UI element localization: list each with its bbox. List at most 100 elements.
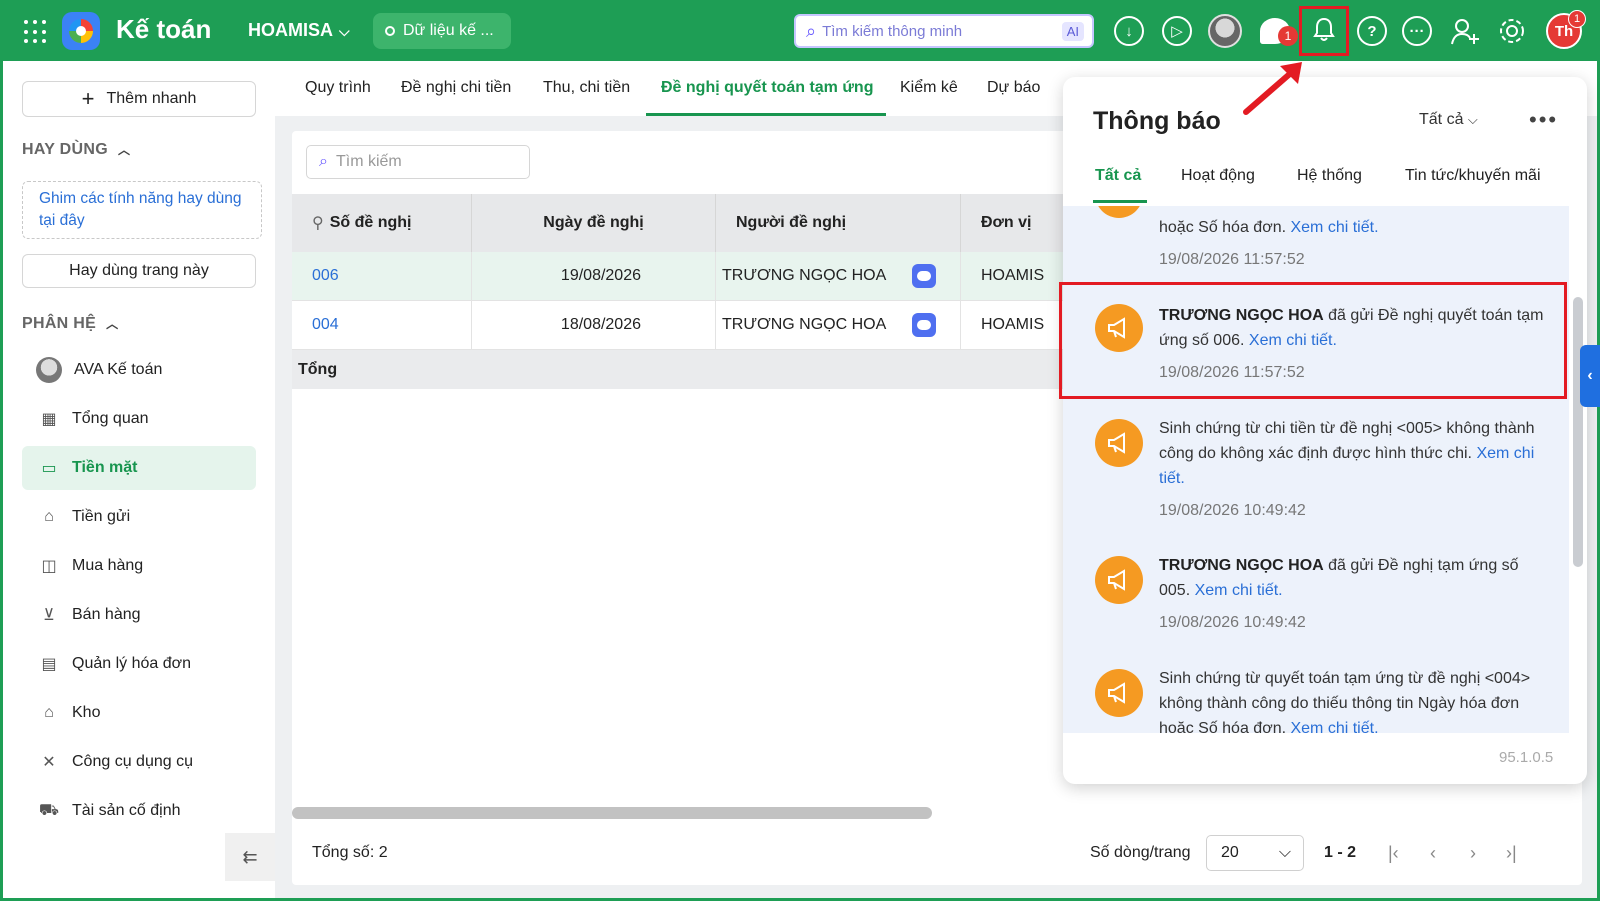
sidebar-item-label: Tổng quan (72, 410, 149, 427)
notification-tab-activity[interactable]: Hoạt động (1181, 167, 1255, 185)
modules-section-header[interactable]: PHÂN HỆ ︿ (22, 315, 118, 333)
more-icon[interactable]: ··· (1402, 16, 1432, 46)
sidebar-item-tools[interactable]: ✕ Công cụ dụng cụ (22, 740, 256, 784)
ava-assistant-avatar[interactable] (1208, 14, 1242, 48)
warehouse-icon: ⌂ (44, 704, 54, 721)
sidebar-item-ava[interactable]: AVA Kế toán (22, 348, 256, 392)
chevron-up-icon: ︿ (106, 317, 119, 331)
favorites-section-header[interactable]: HAY DÙNG ︿ (22, 141, 130, 159)
invoice-icon: ▤ (41, 656, 57, 673)
favorites-title: HAY DÙNG (22, 141, 108, 158)
favorite-page-button[interactable]: Hay dùng trang này (22, 254, 256, 288)
status-dot-icon (385, 26, 395, 36)
tab-forecast[interactable]: Dự báo (987, 79, 1040, 97)
tab-payment-request[interactable]: Đề nghị chi tiền (401, 79, 511, 97)
user-badge: 1 (1568, 10, 1586, 28)
ava-avatar (36, 357, 62, 383)
column-header-requester[interactable]: Người đề nghị (716, 194, 961, 252)
last-page-icon[interactable]: ›| (1506, 843, 1517, 864)
sidebar-item-invoice[interactable]: ▤ Quản lý hóa đơn (22, 642, 256, 686)
sidebar-item-assets[interactable]: ⛟ Tài sản cố định (22, 789, 256, 833)
search-input[interactable]: ⌕ Tìm kiếm (306, 145, 530, 179)
sidebar-item-label: Tiền mặt (72, 459, 138, 476)
notification-tab-system[interactable]: Hệ thống (1297, 167, 1362, 185)
request-number-link[interactable]: 006 (312, 267, 339, 285)
top-bar: Kế toán HOAMISA ⌵ Dữ liệu kế ... ⌕ Tìm ki… (0, 0, 1600, 61)
prev-page-icon[interactable]: ‹ (1430, 843, 1436, 864)
bag-icon: ◫ (41, 558, 57, 575)
quick-add-button[interactable]: + Thêm nhanh (22, 81, 256, 117)
company-name: HOAMISA (248, 20, 333, 40)
view-details-link[interactable]: Xem chi tiết. (1195, 582, 1283, 599)
chevron-down-icon: ⌵ (1278, 844, 1291, 861)
sidebar-item-warehouse[interactable]: ⌂ Kho (22, 691, 256, 735)
rows-per-page-select[interactable]: 20 ⌵ (1206, 835, 1304, 871)
app-grid-icon[interactable] (24, 20, 48, 44)
add-user-icon[interactable] (1450, 16, 1480, 46)
side-panel-toggle-icon[interactable]: ‹ (1580, 345, 1600, 407)
sidebar-item-label: Công cụ dụng cụ (72, 753, 193, 770)
pagination-bar: Tổng số: 2 Số dòng/trang 20 ⌵ 1 - 2 |‹ ‹ … (292, 821, 1582, 885)
download-icon[interactable]: ↓ (1114, 16, 1144, 46)
next-page-icon[interactable]: › (1470, 843, 1476, 864)
chevron-up-icon: ︿ (117, 143, 131, 157)
dashboard-icon: ▦ (41, 411, 57, 428)
notification-time: 19/08/2026 10:49:42 (1159, 614, 1306, 631)
more-options-icon[interactable]: ••• (1529, 107, 1558, 133)
plus-icon: + (81, 86, 95, 111)
quick-add-label: Thêm nhanh (106, 90, 197, 107)
sidebar-item-sales[interactable]: ⊻ Bán hàng (22, 593, 256, 637)
sender-name: TRƯƠNG NGỌC HOA (1159, 557, 1324, 574)
sidebar-item-purchase[interactable]: ◫ Mua hàng (22, 544, 256, 588)
message-icon[interactable] (912, 313, 936, 337)
play-icon[interactable]: ▷ (1162, 16, 1192, 46)
notification-panel: Thông báo Tất cả ⌵ ••• Tất cả Hoạt động … (1063, 77, 1587, 784)
tools-icon: ✕ (42, 754, 56, 771)
notification-scrollbar[interactable] (1573, 297, 1583, 567)
page-range: 1 - 2 (1324, 844, 1357, 861)
gear-icon[interactable] (1497, 16, 1527, 46)
requester-name: TRƯƠNG NGỌC HOA (722, 316, 887, 333)
tab-receipts-payments[interactable]: Thu, chi tiền (543, 79, 630, 97)
column-header-number[interactable]: ⚲ Số đề nghị (292, 194, 472, 252)
collapse-sidebar-icon[interactable]: ⇇ (225, 833, 275, 881)
bell-icon[interactable] (1312, 17, 1336, 43)
notification-tab-news[interactable]: Tin tức/khuyến mãi (1405, 167, 1541, 185)
megaphone-icon (1095, 206, 1143, 218)
megaphone-icon (1095, 669, 1143, 717)
notification-tab-all[interactable]: Tất cả (1095, 167, 1141, 185)
search-placeholder: Tìm kiếm (335, 153, 402, 170)
view-details-link[interactable]: Xem chi tiết. (1290, 219, 1378, 236)
view-details-link[interactable]: Xem chi tiết. (1290, 720, 1378, 733)
help-icon[interactable]: ? (1357, 16, 1387, 46)
request-date: 18/08/2026 (472, 301, 716, 349)
pin-icon: ⚲ (312, 215, 324, 232)
sidebar-item-overview[interactable]: ▦ Tổng quan (22, 397, 256, 441)
megaphone-icon (1095, 556, 1143, 604)
first-page-icon[interactable]: |‹ (1388, 843, 1399, 864)
sidebar-item-label: Bán hàng (72, 606, 141, 623)
bank-icon: ⌂ (44, 508, 54, 525)
message-icon[interactable] (912, 264, 936, 288)
module-menu: AVA Kế toán ▦ Tổng quan ▭ Tiền mặt ⌂ Tiền g… (22, 348, 256, 838)
horizontal-scrollbar[interactable] (292, 807, 932, 819)
smart-search-input[interactable]: ⌕ Tìm kiếm thông minh AI (794, 14, 1094, 48)
database-label: Dữ liệu kế ... (403, 22, 494, 39)
sidebar-item-label: Quản lý hóa đơn (72, 655, 192, 672)
sidebar-item-cash[interactable]: ▭ Tiền mặt (22, 446, 256, 490)
sidebar-item-deposit[interactable]: ⌂ Tiền gửi (22, 495, 256, 539)
app-version: 95.1.0.5 (1499, 749, 1554, 766)
app-title: Kế toán (116, 14, 212, 44)
tab-inventory-check[interactable]: Kiểm kê (900, 79, 958, 97)
active-tab-underline (646, 113, 886, 116)
tab-process[interactable]: Quy trình (305, 79, 371, 97)
database-selector[interactable]: Dữ liệu kế ... (373, 13, 511, 49)
company-selector[interactable]: HOAMISA ⌵ (248, 20, 350, 41)
smart-search-placeholder: Tìm kiếm thông minh (822, 22, 963, 40)
request-number-link[interactable]: 004 (312, 316, 339, 334)
sidebar-item-label: Kho (72, 704, 101, 721)
app-logo (62, 12, 100, 50)
column-header-date[interactable]: Ngày đề nghị (472, 194, 716, 252)
tab-advance-settlement[interactable]: Đề nghị quyết toán tạm ứng (661, 79, 873, 97)
notification-filter[interactable]: Tất cả ⌵ (1419, 111, 1478, 129)
